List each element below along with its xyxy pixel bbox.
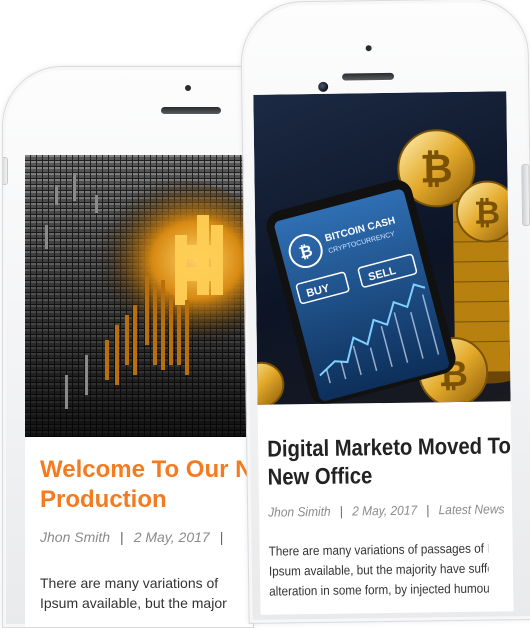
mute-switch [3,157,8,185]
right-phone-mockup: ₿ ₿ ₿ ₿ BITCOIN CASH CRYPTOCURRENCY BUY … [240,0,530,624]
article-card[interactable]: Digital Marketo Moved To T New Office Jh… [258,431,513,602]
sensor-dot-icon [365,45,372,52]
left-phone-screen: Welcome To Our N Production Jhon Smith | 2… [25,155,253,627]
article-category[interactable]: Latest News [438,501,504,517]
meta-separator: | [120,529,124,545]
right-phone-screen: ₿ ₿ ₿ ₿ BITCOIN CASH CRYPTOCURRENCY BUY … [253,91,514,615]
article-card[interactable]: Welcome To Our N Production Jhon Smith | 2… [25,455,253,613]
article-date: 2 May, 2017 [352,502,418,519]
svg-text:₿: ₿ [420,146,453,192]
bitcoin-coins-illustration: ₿ ₿ ₿ ₿ BITCOIN CASH CRYPTOCURRENCY BUY … [253,129,511,405]
svg-text:₿: ₿ [474,193,501,231]
article-title[interactable]: Welcome To Our N Production [40,455,253,515]
bitcoin-3d-illustration [25,155,253,437]
left-phone-mockup: Welcome To Our N Production Jhon Smith | 2… [2,66,254,628]
sensor-dot-icon [185,85,191,91]
article-title[interactable]: Digital Marketo Moved To T New Office [267,432,513,491]
article-excerpt: There are many variations of passages of… [268,540,489,599]
earpiece-speaker-icon [342,72,395,81]
article-date: 2 May, 2017 [133,529,210,545]
bitcoin-coin-icon [253,361,285,405]
bitcoin-3d-hero-image [25,155,253,437]
earpiece-speaker-icon [161,107,221,114]
bitcoin-cash-hero-image: ₿ ₿ ₿ ₿ BITCOIN CASH CRYPTOCURRENCY BUY … [253,91,511,405]
article-author[interactable]: Jhon Smith [40,529,110,545]
front-camera-icon [318,81,329,92]
article-meta: Jhon Smith | 2 May, 2017 | [40,529,253,545]
meta-separator: | [426,502,430,518]
meta-separator: | [219,529,224,545]
power-button [521,163,530,227]
article-author[interactable]: Jhon Simith [268,504,331,520]
article-meta: Jhon Simith | 2 May, 2017 | Latest News [268,501,504,520]
meta-separator: | [339,503,344,519]
smartphone-in-image: ₿ BITCOIN CASH CRYPTOCURRENCY BUY SELL [266,179,456,405]
article-excerpt: There are many variations of Ipsum avail… [40,575,227,611]
